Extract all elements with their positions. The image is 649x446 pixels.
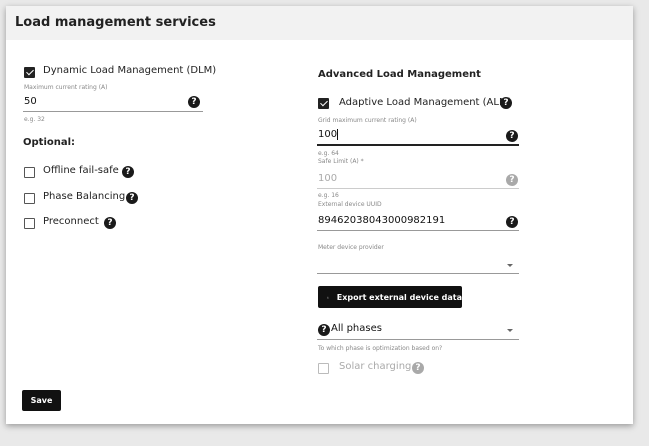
external-uuid-input[interactable]: 89462038043000982191 bbox=[318, 215, 445, 226]
external-uuid-underline bbox=[317, 230, 519, 231]
solar-charging-checkbox[interactable] bbox=[318, 363, 329, 374]
alm-checkbox[interactable] bbox=[318, 98, 329, 109]
solar-charging-label[interactable]: Solar charging bbox=[339, 361, 411, 372]
phase-balancing-label[interactable]: Phase Balancing bbox=[43, 191, 125, 202]
safe-limit-input[interactable]: 100 bbox=[318, 173, 337, 184]
save-button[interactable]: Save bbox=[22, 390, 61, 411]
load-management-card: Load management services Dynamic Load Ma… bbox=[6, 6, 633, 424]
grid-max-underline bbox=[317, 144, 519, 146]
offline-failsafe-help-icon[interactable]: ? bbox=[122, 166, 134, 178]
alm-help-icon[interactable]: ? bbox=[500, 97, 512, 109]
download-icon bbox=[327, 296, 329, 298]
meter-provider-label: Meter device provider bbox=[318, 244, 384, 251]
phase-select-caret-down-icon[interactable] bbox=[507, 329, 513, 332]
dlm-checkbox[interactable] bbox=[24, 67, 35, 78]
max-current-label: Maximum current rating (A) bbox=[24, 84, 108, 91]
text-cursor bbox=[337, 129, 338, 140]
meter-provider-underline bbox=[317, 273, 519, 274]
grid-max-hint: e.g. 64 bbox=[318, 150, 339, 157]
card-header: Load management services bbox=[6, 6, 633, 40]
max-current-hint: e.g. 32 bbox=[24, 116, 45, 123]
phase-select-hint: To which phase is optimization based on? bbox=[318, 345, 443, 352]
phase-select-help-icon[interactable]: ? bbox=[318, 324, 330, 336]
preconnect-help-icon[interactable]: ? bbox=[104, 217, 116, 229]
phase-balancing-help-icon[interactable]: ? bbox=[126, 192, 138, 204]
phase-balancing-checkbox[interactable] bbox=[24, 193, 35, 204]
dlm-checkbox-label[interactable]: Dynamic Load Management (DLM) bbox=[43, 65, 216, 76]
offline-failsafe-checkbox[interactable] bbox=[24, 167, 35, 178]
max-current-underline bbox=[23, 111, 203, 112]
meter-provider-caret-down-icon[interactable] bbox=[507, 264, 513, 267]
export-external-device-data-button[interactable]: Export external device data bbox=[318, 286, 462, 308]
external-uuid-help-icon[interactable]: ? bbox=[506, 216, 518, 228]
card-title: Load management services bbox=[15, 15, 216, 30]
grid-max-input[interactable]: 100 bbox=[318, 129, 337, 140]
safe-limit-help-icon: ? bbox=[506, 174, 518, 186]
alm-section-heading: Advanced Load Management bbox=[318, 69, 481, 80]
solar-charging-help-icon: ? bbox=[412, 362, 424, 374]
grid-max-help-icon[interactable]: ? bbox=[506, 130, 518, 142]
optional-heading: Optional: bbox=[23, 137, 76, 148]
preconnect-label[interactable]: Preconnect bbox=[43, 216, 99, 227]
safe-limit-underline bbox=[317, 188, 519, 189]
export-button-label: Export external device data bbox=[336, 292, 462, 302]
max-current-help-icon[interactable]: ? bbox=[188, 96, 200, 108]
max-current-input[interactable]: 50 bbox=[24, 96, 37, 107]
phase-select[interactable]: All phases bbox=[331, 323, 382, 334]
safe-limit-hint: e.g. 16 bbox=[318, 192, 339, 199]
external-uuid-label: External device UUID bbox=[318, 201, 382, 208]
safe-limit-label: Safe Limit (A) * bbox=[318, 158, 364, 165]
phase-select-underline bbox=[317, 339, 519, 340]
grid-max-label: Grid maximum current rating (A) bbox=[318, 117, 417, 124]
alm-checkbox-label[interactable]: Adaptive Load Management (ALM) bbox=[339, 97, 512, 108]
preconnect-checkbox[interactable] bbox=[24, 218, 35, 229]
offline-failsafe-label[interactable]: Offline fail-safe bbox=[43, 165, 119, 176]
